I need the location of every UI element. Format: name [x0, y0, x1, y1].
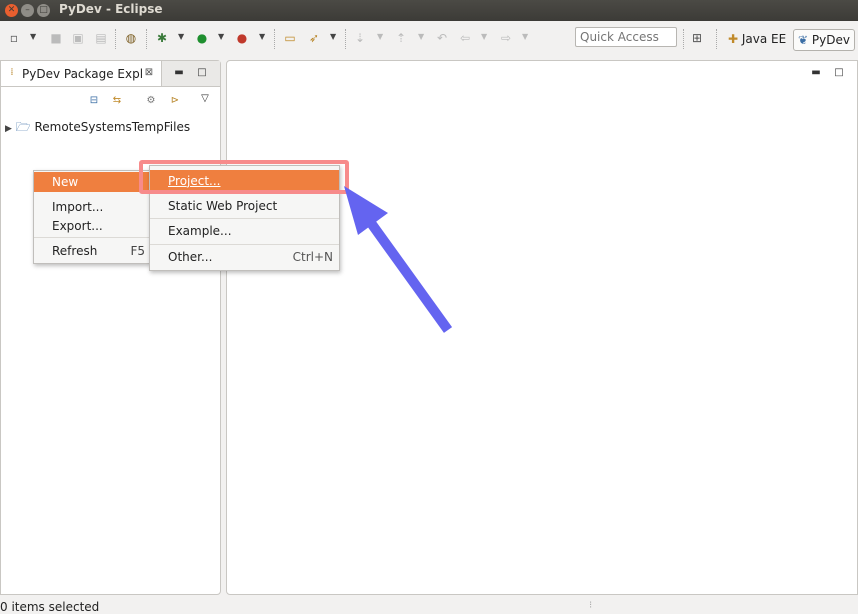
annotation-arrow [344, 186, 453, 333]
